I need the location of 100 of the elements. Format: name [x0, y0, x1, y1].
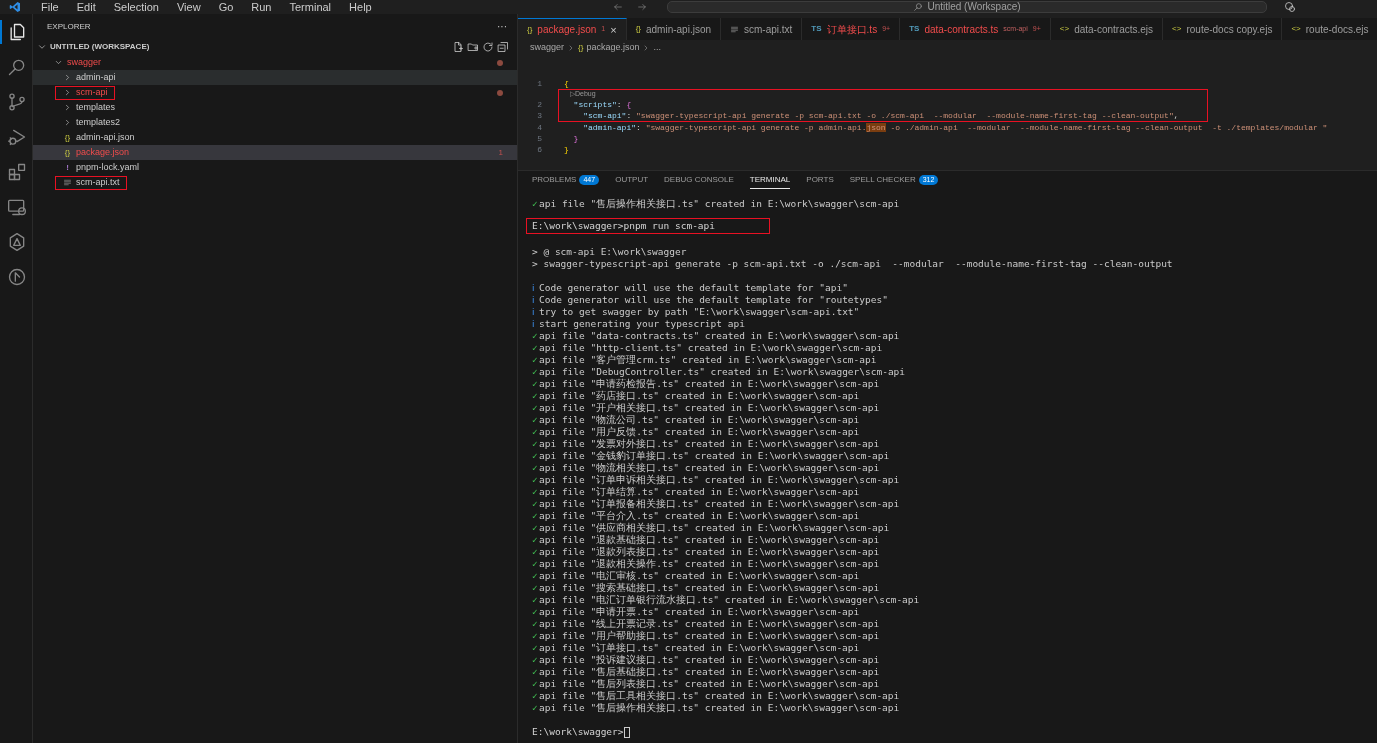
terminal-line: api file "售后操作相关接口.ts" created in E:\work\swagger\scm-api [539, 702, 900, 714]
panel-tab[interactable]: DEBUG CONSOLE [664, 171, 734, 189]
menu-item[interactable]: Help [340, 1, 381, 13]
check-icon: ✓ [532, 606, 539, 618]
info-icon: ℹ [532, 306, 539, 318]
panel-tab[interactable]: PORTS [806, 171, 834, 189]
check-icon: ✓ [532, 462, 539, 474]
terminal-line: api file "售后基础接口.ts" created in E:\work\swagger\scm-api [539, 666, 880, 678]
circle-icon[interactable] [7, 267, 27, 287]
json-file-icon: {} [63, 131, 72, 144]
check-icon: ✓ [532, 618, 539, 630]
json-file-icon: {} [635, 23, 641, 35]
info-icon: ℹ [532, 318, 539, 330]
close-icon[interactable]: × [610, 24, 617, 35]
account-icon[interactable] [1284, 1, 1296, 13]
tree-item[interactable]: swagger [33, 55, 517, 70]
tree-item[interactable]: admin-api [33, 70, 517, 85]
breadcrumb-item[interactable]: package.json [586, 41, 640, 55]
tree-item[interactable]: scm-api [33, 85, 517, 100]
line-number: 1 [536, 77, 542, 90]
check-icon: ✓ [532, 330, 539, 342]
terminal-line: api file "退款列表接口.ts" created in E:\work\swagger\scm-api [539, 546, 880, 558]
check-icon: ✓ [532, 450, 539, 462]
breadcrumb-item[interactable]: ... [653, 41, 661, 55]
terminal-line: > @ scm-api E:\work\swagger [532, 246, 687, 258]
ejs-file-icon: <> [1291, 23, 1301, 35]
terminal-line: api file "开户相关接口.ts" created in E:\work\swagger\scm-api [539, 402, 880, 414]
text-file-icon [730, 24, 739, 34]
terminal-line: api file "订单接口.ts" created in E:\work\swagger\scm-api [539, 642, 860, 654]
terminal-line: api file "退款相关操作.ts" created in E:\work\swagger\scm-api [539, 558, 880, 570]
monitor-icon[interactable] [7, 197, 27, 217]
check-icon: ✓ [532, 414, 539, 426]
check-icon: ✓ [532, 366, 539, 378]
ts-file-icon: TS [811, 23, 822, 35]
code-line: "scm-api": "swagger-typescript-api generate -p scm-api.txt -o ./scm-api --modular --module-name-first-tag --clean-output", [582, 110, 1179, 121]
terminal-line: Code generator will use the default template for "api" [539, 282, 848, 294]
tree-item[interactable]: scm-api.txt [33, 175, 517, 190]
json-file-icon: {} [63, 146, 72, 159]
app-logo-icon [8, 1, 22, 13]
tree-item[interactable]: templates [33, 100, 517, 115]
text-file-icon [63, 178, 72, 187]
check-icon: ✓ [532, 438, 539, 450]
menu-item[interactable]: Go [209, 1, 243, 13]
check-icon: ✓ [532, 534, 539, 546]
menu-item[interactable]: File [32, 1, 68, 13]
check-icon: ✓ [532, 594, 539, 606]
breadcrumb-item[interactable]: swagger [530, 41, 565, 55]
check-icon: ✓ [532, 474, 539, 486]
command-center[interactable]: Untitled (Workspace) [667, 1, 1267, 13]
extensions-icon[interactable] [7, 162, 27, 182]
panel-tab[interactable]: OUTPUT [615, 171, 649, 189]
menu-item[interactable]: Run [242, 1, 281, 13]
terminal-line: api file "售后工具相关接口.ts" created in E:\work\swagger\scm-api [539, 690, 900, 702]
terminal-line: api file "售后操作相关接口.ts" created in E:\work\swagger\scm-api [539, 198, 900, 210]
tree-item[interactable]: templates2 [33, 115, 517, 130]
tree-item[interactable]: {} package.json 1 [33, 145, 517, 160]
terminal-line: try to get swagger by path "E:\work\swagger\scm-api.txt" [539, 306, 860, 318]
new-file-icon[interactable] [452, 40, 464, 53]
check-icon: ✓ [532, 390, 539, 402]
json-file-icon: {} [527, 23, 533, 36]
line-number: 3 [536, 109, 542, 122]
line-number: 4 [536, 121, 542, 134]
run-debug-icon[interactable] [7, 127, 27, 147]
terminal-line: api file "订单申诉相关接口.ts" created in E:\work\swagger\scm-api [539, 474, 900, 486]
check-icon: ✓ [532, 666, 539, 678]
new-folder-icon[interactable] [467, 40, 479, 53]
check-icon: ✓ [532, 690, 539, 702]
tree-item[interactable]: {} admin-api.json [33, 130, 517, 145]
terminal-line: api file "data-contracts.ts" created in E:\work\swagger\scm-api [539, 330, 900, 342]
check-icon: ✓ [532, 570, 539, 582]
info-icon: ℹ [532, 294, 539, 306]
refresh-icon[interactable] [482, 40, 494, 53]
menu-item[interactable]: Terminal [280, 1, 341, 13]
source-control-icon[interactable] [7, 92, 27, 112]
menu-item[interactable]: Selection [104, 1, 168, 13]
terminal-line: api file "搜索基础接口.ts" created in E:\work\swagger\scm-api [539, 582, 880, 594]
more-actions-icon[interactable]: ··· [497, 23, 507, 31]
line-number: 2 [536, 98, 542, 111]
check-icon: ✓ [532, 702, 539, 714]
terminal-line: api file "订单结算.ts" created in E:\work\swagger\scm-api [539, 486, 860, 498]
terminal-line: api file "平台介入.ts" created in E:\work\swagger\scm-api [539, 510, 860, 522]
terminal-line: api file "客户管理crm.ts" created in E:\work\swagger\scm-api [539, 354, 877, 366]
panel-tab[interactable]: TERMINAL [749, 171, 791, 189]
menu-item[interactable]: View [167, 1, 210, 13]
terminal-line: api file "http-client.ts" created in E:\work\swagger\scm-api [539, 342, 883, 354]
hexagon-icon[interactable] [7, 232, 27, 252]
workspace-header[interactable]: UNTITLED (WORKSPACE) [50, 40, 452, 53]
search-icon[interactable] [7, 57, 27, 77]
code-line: } [572, 133, 579, 144]
check-icon: ✓ [532, 642, 539, 654]
check-icon: ✓ [532, 654, 539, 666]
terminal-line: > swagger-typescript-api generate -p scm-api.txt -o ./scm-api --modular --module-name-first-tag --clean-output [532, 258, 1173, 270]
code-line: { [564, 78, 569, 89]
menu-item[interactable]: Edit [67, 1, 105, 13]
info-icon: ℹ [532, 282, 539, 294]
terminal-line: E:\work\swagger> [532, 726, 624, 738]
line-number: 6 [536, 143, 542, 156]
tree-item[interactable]: ! pnpm-lock.yaml [33, 160, 517, 175]
collapse-all-icon[interactable] [497, 40, 509, 53]
terminal-line: api file "电汇审核.ts" created in E:\work\swagger\scm-api [539, 570, 860, 582]
